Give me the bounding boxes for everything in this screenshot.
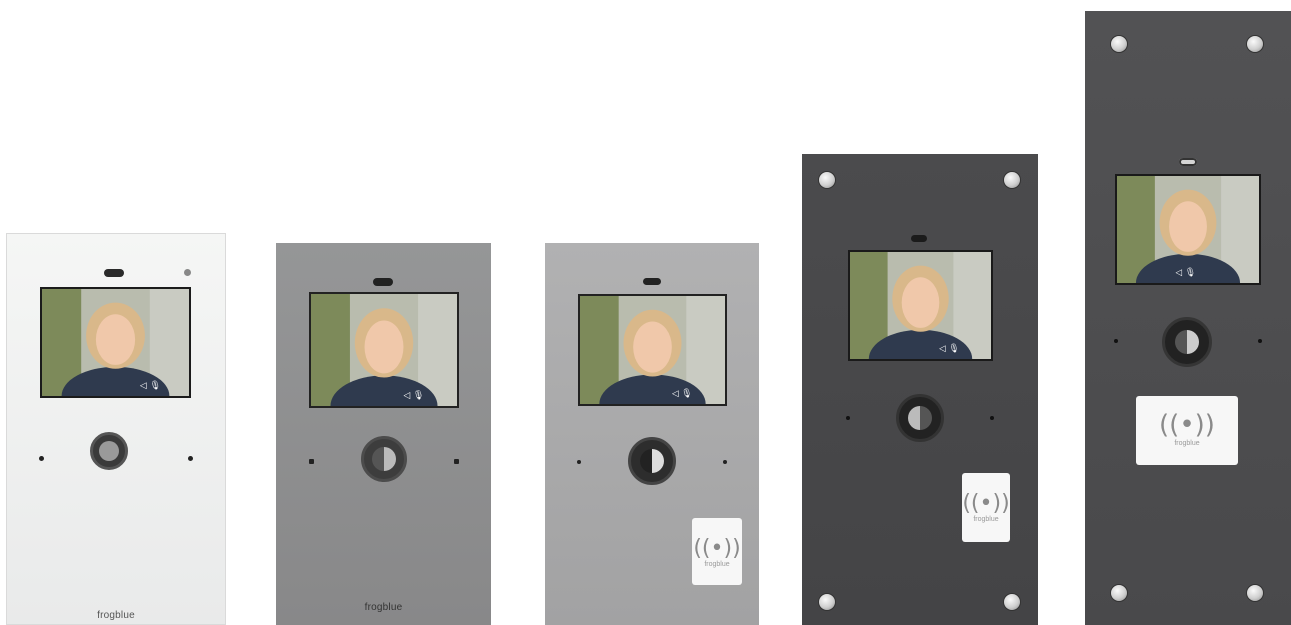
screw-icon: [1004, 172, 1020, 188]
rfid-reader[interactable]: ((•)) frogblue: [1136, 396, 1238, 465]
speaker-grille: [886, 471, 950, 513]
status-led: [184, 269, 191, 276]
intercom-panel-graphite: ◁ 🎙 ((•)) frogblue: [802, 154, 1038, 625]
intercom-panel-aluminium: ◁ 🎙 ((•)) frogblue: [545, 243, 759, 625]
rfid-label: frogblue: [1174, 440, 1200, 447]
indicator-dot: [846, 416, 850, 420]
intercom-panel-anthracite: ◁ 🎙 ((•)) frogblue: [1085, 11, 1291, 625]
camera-icon: [372, 447, 396, 471]
rfid-icon: ((•)): [962, 491, 1010, 516]
camera-lens: [373, 278, 393, 286]
indicator-dot: [309, 459, 314, 464]
speaker-grille: [352, 518, 422, 548]
camera-lens: [643, 278, 661, 285]
speaker-grille: [82, 515, 147, 559]
screw-icon: [1004, 594, 1020, 610]
call-button[interactable]: [628, 437, 676, 485]
svg-text:◁ 🎙: ◁ 🎙: [140, 380, 161, 391]
screw-icon: [1111, 36, 1127, 52]
indicator-dot: [723, 460, 727, 464]
face-preview-image: ◁ 🎙: [1117, 176, 1259, 283]
camera-icon: [99, 441, 119, 461]
screw-icon: [819, 172, 835, 188]
indicator-dot: [188, 456, 193, 461]
rfid-reader[interactable]: ((•)) frogblue: [962, 473, 1010, 542]
call-button[interactable]: [90, 432, 128, 470]
speaker-grille: [621, 523, 685, 575]
indicator-dot: [1258, 339, 1262, 343]
face-preview-image: ◁ 🎙: [850, 252, 991, 359]
intercom-panel-white: ◁ 🎙 frogblue: [6, 233, 226, 625]
video-screen: ◁ 🎙: [848, 250, 993, 361]
call-button[interactable]: [361, 436, 407, 482]
screw-icon: [1247, 585, 1263, 601]
camera-icon: [640, 449, 664, 473]
indicator-dot: [577, 460, 581, 464]
brand-label: frogblue: [97, 610, 135, 621]
indicator-dot: [990, 416, 994, 420]
camera-icon: [908, 406, 932, 430]
screw-icon: [819, 594, 835, 610]
indicator-dot: [454, 459, 459, 464]
rfid-label: frogblue: [704, 561, 730, 568]
video-screen: ◁ 🎙: [578, 294, 727, 406]
call-button[interactable]: [1162, 317, 1212, 367]
video-screen: ◁ 🎙: [40, 287, 191, 398]
speaker-grille: [1156, 55, 1220, 103]
camera-icon: [1175, 330, 1199, 354]
camera-lens: [911, 235, 927, 242]
svg-text:◁ 🎙: ◁ 🎙: [1176, 267, 1196, 278]
rfid-label: frogblue: [973, 516, 999, 523]
face-preview-image: ◁ 🎙: [42, 289, 189, 396]
indicator-dot: [39, 456, 44, 461]
face-preview-image: ◁ 🎙: [580, 296, 725, 404]
rfid-icon: ((•)): [693, 536, 741, 561]
rfid-icon: ((•)): [1159, 410, 1215, 440]
camera-lens: [104, 269, 124, 277]
screw-icon: [1247, 36, 1263, 52]
svg-text:◁ 🎙: ◁ 🎙: [939, 343, 959, 354]
intercom-panel-grey: ◁ 🎙 frogblue: [276, 243, 491, 625]
rfid-reader[interactable]: ((•)) frogblue: [692, 518, 742, 585]
svg-text:◁ 🎙: ◁ 🎙: [672, 388, 692, 399]
face-preview-image: ◁ 🎙: [311, 294, 457, 406]
indicator-dot: [1114, 339, 1118, 343]
brand-label: frogblue: [364, 602, 403, 613]
video-screen: ◁ 🎙: [1115, 174, 1261, 285]
screw-icon: [1111, 585, 1127, 601]
camera-lens: [1179, 158, 1197, 166]
call-button[interactable]: [896, 394, 944, 442]
video-screen: ◁ 🎙: [309, 292, 459, 408]
svg-text:◁ 🎙: ◁ 🎙: [403, 390, 424, 401]
